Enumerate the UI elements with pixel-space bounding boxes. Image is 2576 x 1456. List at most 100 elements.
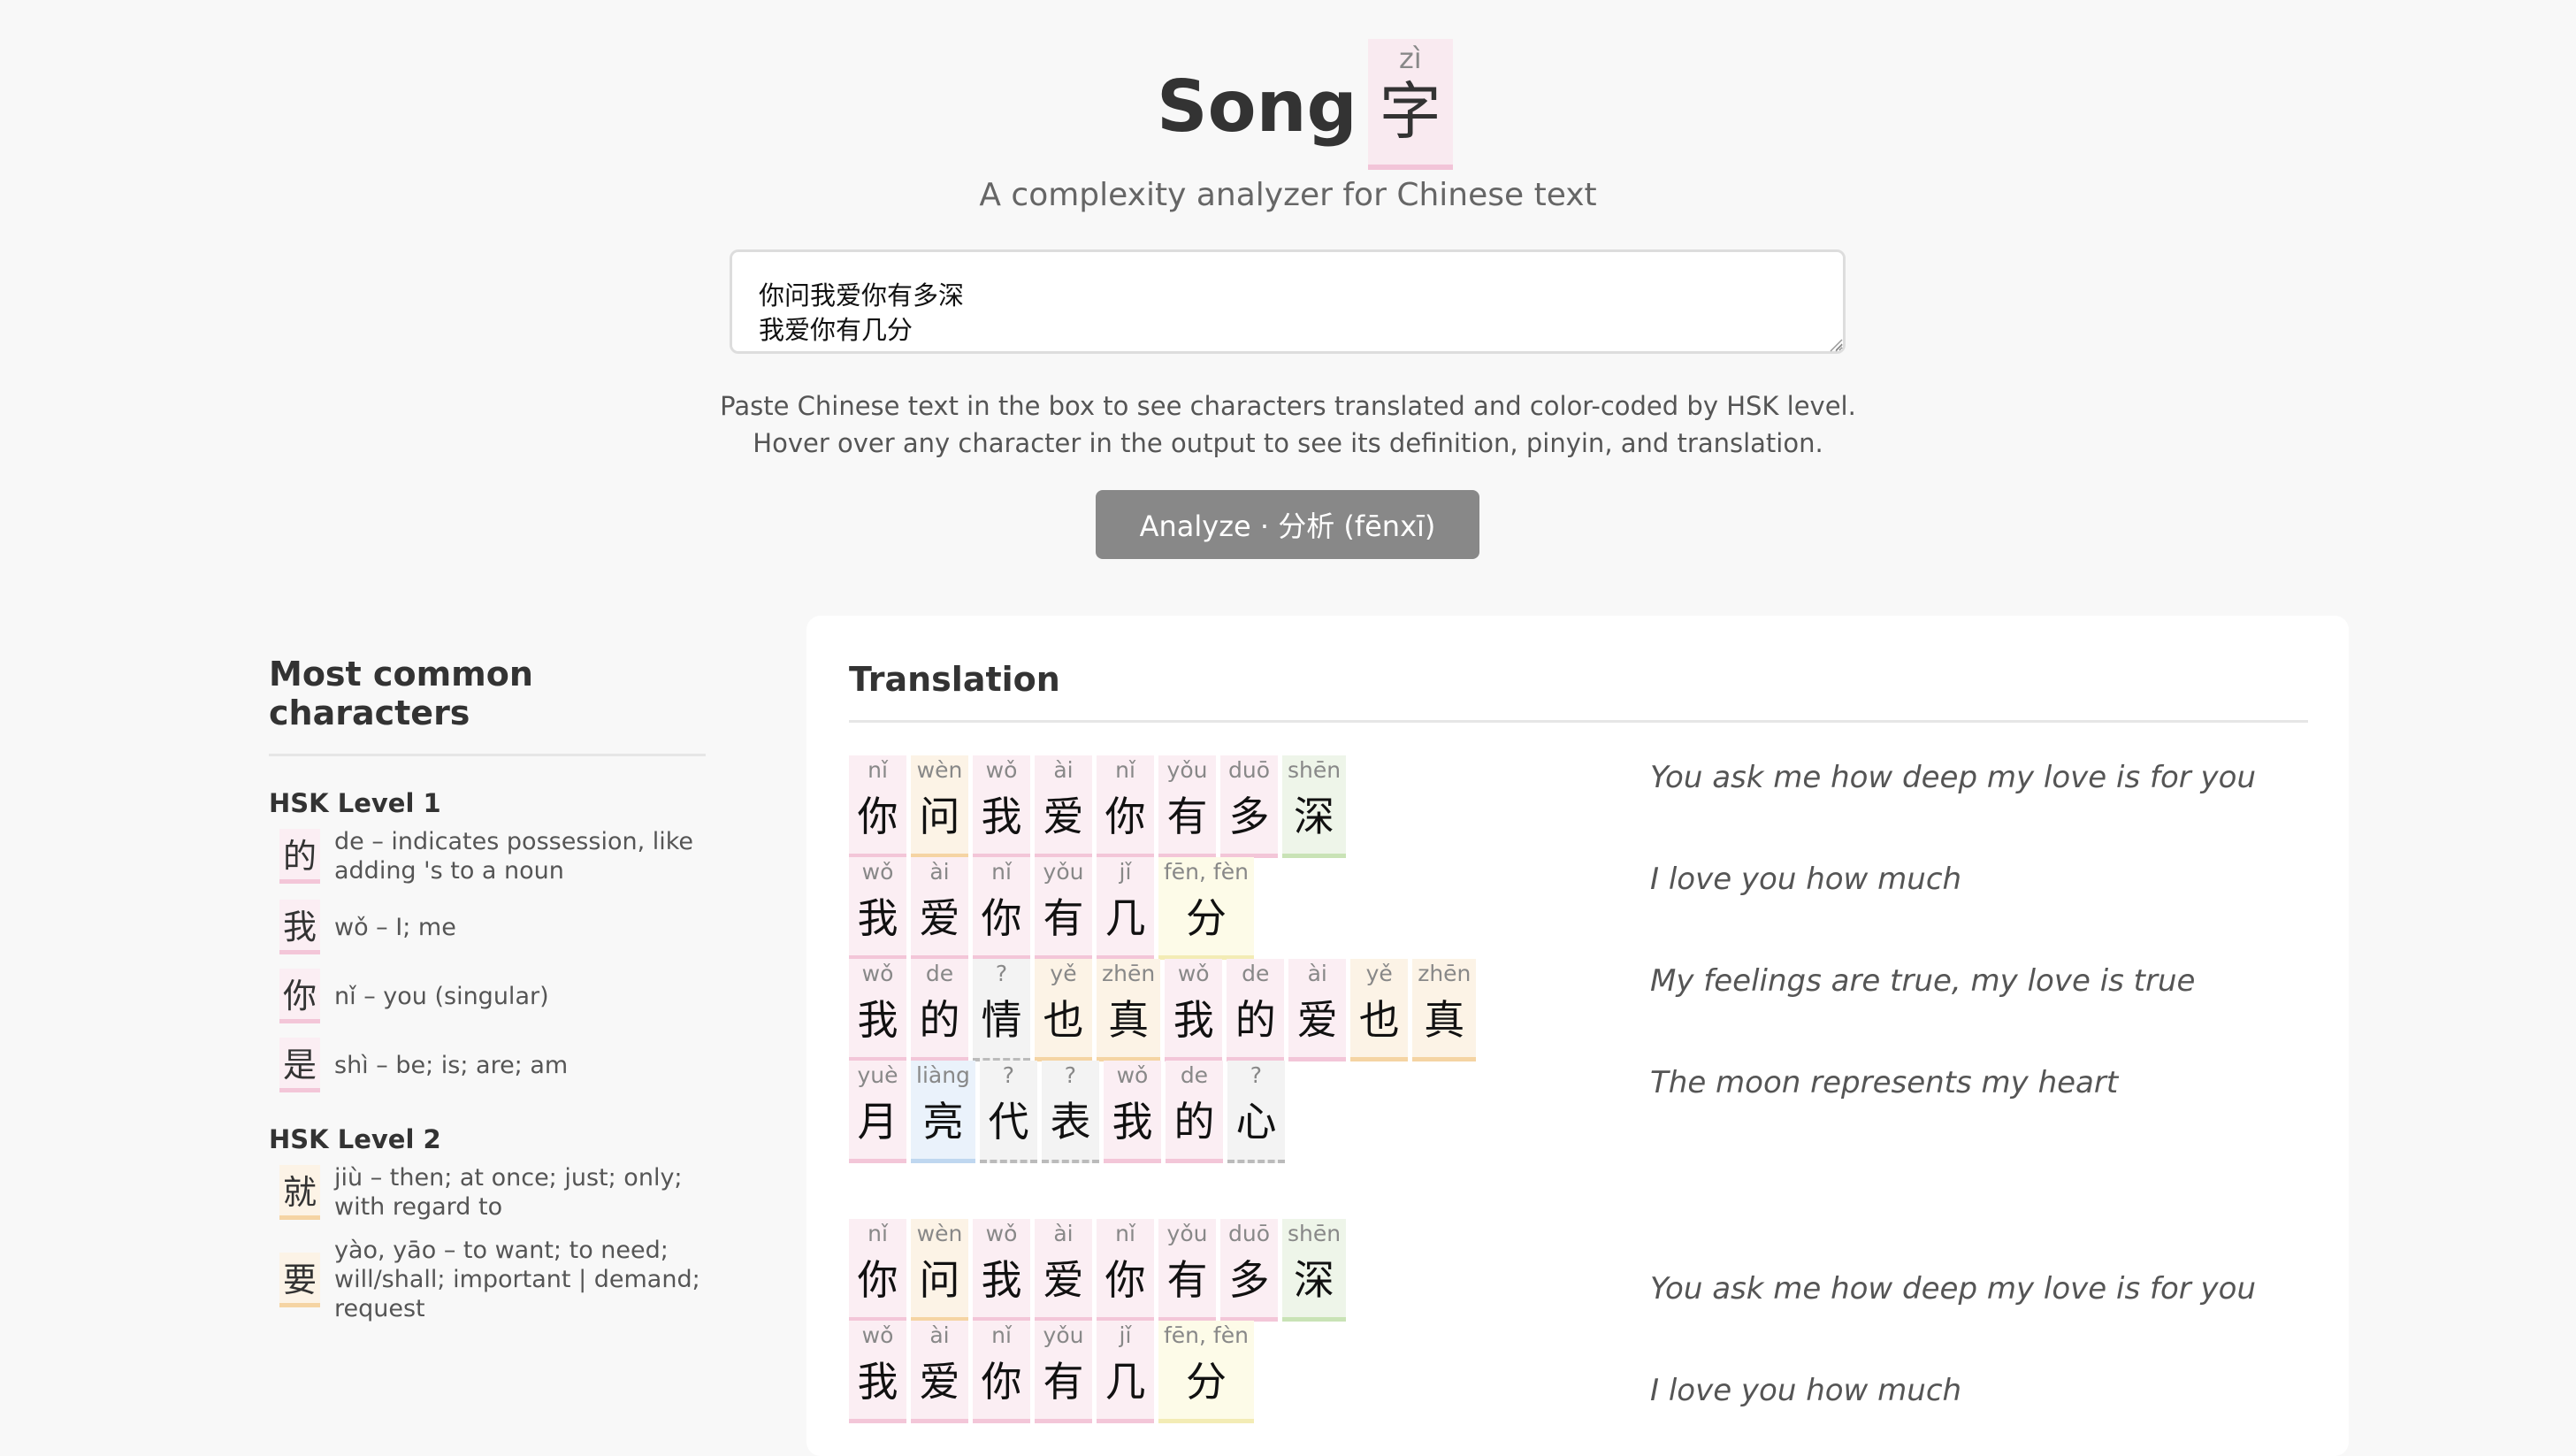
- character-glyph: 我: [1112, 1098, 1153, 1146]
- character-tile[interactable]: wǒ 我: [849, 959, 906, 1061]
- character-glyph: 我: [981, 793, 1022, 840]
- character-tile[interactable]: fēn, fèn 分: [1158, 857, 1254, 960]
- translation-line-chars: wǒ 我 ài 爱 nǐ 你 yǒu 有 jǐ 几 fēn, fèn 分: [849, 1321, 1258, 1423]
- character-tile[interactable]: jǐ 几: [1097, 857, 1154, 960]
- translation-line-chars: nǐ 你 wèn 问 wǒ 我 ài 爱 nǐ 你 yǒu 有 duō 多 shēn 深: [849, 755, 1350, 858]
- character-tile[interactable]: wǒ 我: [973, 1219, 1030, 1322]
- character-pinyin: nǐ: [1115, 757, 1135, 783]
- common-char-item[interactable]: 是 shì – be; is; are; am: [269, 1038, 706, 1092]
- character-tile[interactable]: ài 爱: [911, 857, 968, 960]
- character-glyph: 你: [981, 894, 1022, 942]
- character-pinyin: nǐ: [868, 757, 888, 783]
- character-tile[interactable]: yǒu 有: [1158, 755, 1216, 858]
- character-tile[interactable]: ài 爱: [1035, 755, 1092, 858]
- character-tile[interactable]: yě 也: [1035, 959, 1092, 1061]
- character-pinyin: yǒu: [1043, 1322, 1084, 1348]
- character-tile[interactable]: wǒ 我: [973, 755, 1030, 858]
- sidebar-title: Most common characters: [269, 655, 706, 756]
- character-tile[interactable]: ? 代: [979, 1061, 1037, 1163]
- common-char: 我: [279, 900, 320, 954]
- character-glyph: 你: [1105, 1256, 1146, 1304]
- character-tile[interactable]: liàng 亮: [911, 1061, 975, 1163]
- common-char-item[interactable]: 就 jiù – then; at once; just; only; with …: [269, 1163, 706, 1222]
- character-pinyin: ?: [1250, 1062, 1263, 1088]
- character-tile[interactable]: nǐ 你: [849, 1219, 906, 1322]
- character-pinyin: yuè: [857, 1062, 898, 1088]
- character-tile[interactable]: ài 爱: [1288, 959, 1347, 1061]
- character-glyph: 真: [1108, 996, 1150, 1044]
- common-char: 是: [279, 1038, 320, 1092]
- character-tile[interactable]: yǒu 有: [1158, 1219, 1216, 1322]
- character-pinyin: zhēn: [1418, 961, 1471, 986]
- character-tile[interactable]: nǐ 你: [1097, 755, 1154, 858]
- character-glyph: 代: [988, 1098, 1029, 1146]
- character-tile[interactable]: yuè 月: [849, 1061, 906, 1163]
- english-translation: You ask me how deep my love is for you: [1650, 1271, 2256, 1307]
- character-tile[interactable]: nǐ 你: [1097, 1219, 1154, 1322]
- common-char: 的: [279, 829, 320, 884]
- character-glyph: 你: [1105, 793, 1146, 840]
- character-tile[interactable]: de 的: [1165, 1061, 1223, 1163]
- character-tile[interactable]: wèn 问: [911, 1219, 968, 1322]
- character-tile[interactable]: ? 表: [1041, 1061, 1099, 1163]
- character-tile[interactable]: shēn 深: [1282, 1219, 1347, 1322]
- character-tile[interactable]: yǒu 有: [1035, 857, 1092, 960]
- character-tile[interactable]: duō 多: [1220, 755, 1278, 858]
- character-glyph: 的: [1173, 1098, 1215, 1146]
- english-translation: My feelings are true, my love is true: [1650, 963, 2196, 999]
- character-pinyin: ài: [1053, 1221, 1074, 1246]
- translation-line-chars: wǒ 我 de 的? 情 yě 也 zhēn 真 wǒ 我 de 的 ài 爱 yě 也 zhēn 真: [849, 959, 1480, 1061]
- translation-title: Translation: [849, 660, 1060, 699]
- common-char-item[interactable]: 要 yào, yāo – to want; to need; will/shal…: [269, 1236, 706, 1323]
- character-tile[interactable]: yě 也: [1350, 959, 1409, 1061]
- character-glyph: 心: [1235, 1098, 1277, 1146]
- resize-handle-icon[interactable]: [1829, 338, 1843, 352]
- character-tile[interactable]: wǒ 我: [1165, 959, 1223, 1061]
- character-tile[interactable]: de 的: [1227, 959, 1285, 1061]
- character-tile[interactable]: wǒ 我: [849, 1321, 906, 1423]
- character-glyph: 爱: [919, 1358, 960, 1406]
- character-tile[interactable]: duō 多: [1220, 1219, 1278, 1322]
- character-tile[interactable]: nǐ 你: [973, 1321, 1030, 1423]
- character-pinyin: ài: [929, 1322, 950, 1348]
- character-tile[interactable]: nǐ 你: [973, 857, 1030, 960]
- character-tile[interactable]: yǒu 有: [1035, 1321, 1092, 1423]
- character-tile[interactable]: wǒ 我: [1103, 1061, 1161, 1163]
- analyze-button[interactable]: Analyze · 分析 (fēnxī): [1096, 490, 1479, 559]
- character-tile[interactable]: ài 爱: [911, 1321, 968, 1423]
- common-char-item[interactable]: 我 wǒ – I; me: [269, 900, 706, 954]
- character-tile[interactable]: nǐ 你: [849, 755, 906, 858]
- translation-line-chars: wǒ 我 ài 爱 nǐ 你 yǒu 有 jǐ 几 fēn, fèn 分: [849, 857, 1258, 960]
- common-char-item[interactable]: 的 de – indicates possession, like adding…: [269, 827, 706, 885]
- common-char-item[interactable]: 你 nǐ – you (singular): [269, 969, 706, 1023]
- character-pinyin: ?: [995, 961, 1008, 986]
- character-tile[interactable]: ? 心: [1227, 1061, 1285, 1163]
- character-pinyin: de: [1180, 1062, 1209, 1088]
- character-pinyin: wǒ: [861, 1322, 894, 1348]
- character-tile[interactable]: ài 爱: [1035, 1219, 1092, 1322]
- character-glyph: 爱: [1043, 1256, 1084, 1304]
- character-pinyin: fēn, fèn: [1164, 859, 1249, 885]
- character-pinyin: yě: [1365, 961, 1393, 986]
- character-tile[interactable]: ? 情: [973, 959, 1030, 1061]
- character-glyph: 几: [1105, 1358, 1146, 1406]
- instructions: Paste Chinese text in the box to see cha…: [0, 387, 2576, 462]
- character-pinyin: wǒ: [1116, 1062, 1149, 1088]
- character-tile[interactable]: zhēn 真: [1412, 959, 1477, 1061]
- common-char-definition: shì – be; is; are; am: [334, 1051, 569, 1079]
- common-char-definition: nǐ – you (singular): [334, 982, 549, 1010]
- character-tile[interactable]: jǐ 几: [1097, 1321, 1154, 1423]
- character-tile[interactable]: wèn 问: [911, 755, 968, 858]
- character-tile[interactable]: zhēn 真: [1097, 959, 1161, 1061]
- character-glyph: 我: [857, 894, 898, 942]
- character-glyph: 分: [1185, 1358, 1227, 1406]
- character-pinyin: nǐ: [991, 1322, 1012, 1348]
- instructions-line: Hover over any character in the output t…: [753, 428, 1823, 458]
- character-glyph: 的: [919, 996, 960, 1044]
- app-logo: Song zì 字: [1157, 39, 1453, 172]
- character-tile[interactable]: de 的: [911, 959, 968, 1061]
- character-tile[interactable]: wǒ 我: [849, 857, 906, 960]
- character-tile[interactable]: fēn, fèn 分: [1158, 1321, 1254, 1423]
- chinese-text-input[interactable]: [730, 249, 1846, 354]
- character-tile[interactable]: shēn 深: [1282, 755, 1347, 858]
